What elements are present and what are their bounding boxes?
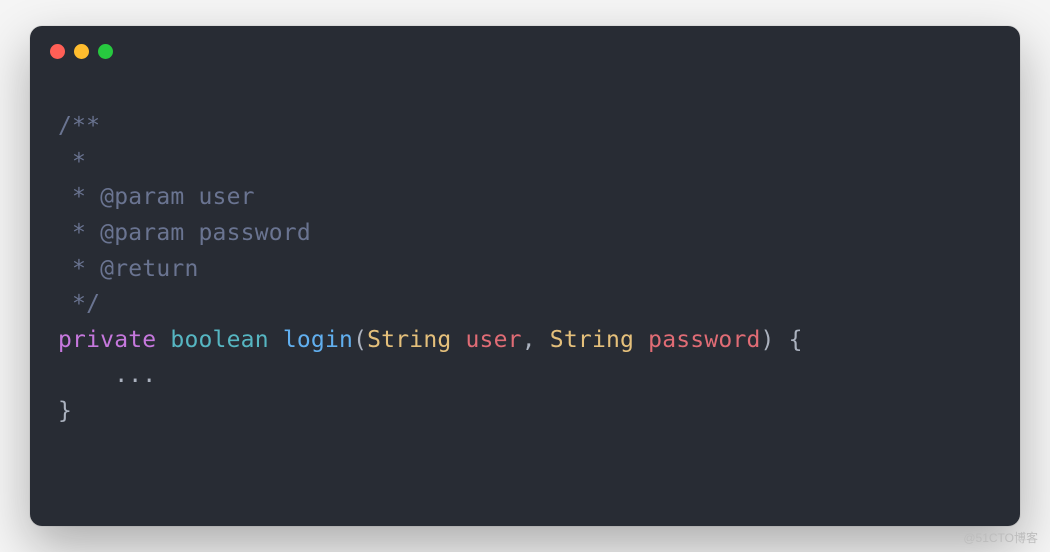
javadoc-return-tag: @return xyxy=(100,256,198,282)
paren-open: ( xyxy=(353,327,367,353)
code-line: ... xyxy=(58,358,992,394)
window-titlebar xyxy=(30,26,1020,69)
keyword-private: private xyxy=(58,327,156,353)
comment-prefix: * xyxy=(58,220,100,246)
code-line: } xyxy=(58,394,992,430)
comment-star: * xyxy=(58,149,86,175)
code-line: * @return xyxy=(58,252,992,288)
comment-close: */ xyxy=(58,291,100,317)
javadoc-param-name: password xyxy=(184,220,310,246)
space xyxy=(634,327,648,353)
paren-close: ) xyxy=(761,327,775,353)
code-line: */ xyxy=(58,287,992,323)
code-window: /** * * @param user * @param password * … xyxy=(30,26,1020,526)
method-name: login xyxy=(283,327,353,353)
type-string: String xyxy=(550,327,634,353)
code-line: * @param user xyxy=(58,180,992,216)
minimize-icon[interactable] xyxy=(74,44,89,59)
javadoc-param-name: user xyxy=(184,184,254,210)
comment-prefix: * xyxy=(58,256,100,282)
comment-prefix: * xyxy=(58,184,100,210)
comment-open: /** xyxy=(58,113,100,139)
space xyxy=(269,327,283,353)
brace-close: } xyxy=(58,398,72,424)
code-line: * @param password xyxy=(58,216,992,252)
type-string: String xyxy=(367,327,451,353)
watermark-text: @51CTO博客 xyxy=(963,529,1038,546)
param-user: user xyxy=(465,327,521,353)
code-line: * xyxy=(58,145,992,181)
zoom-icon[interactable] xyxy=(98,44,113,59)
code-line: private boolean login(String user, Strin… xyxy=(58,323,992,359)
space xyxy=(156,327,170,353)
ellipsis: ... xyxy=(114,362,156,388)
code-block: /** * * @param user * @param password * … xyxy=(30,69,1020,450)
indent xyxy=(58,362,114,388)
keyword-boolean: boolean xyxy=(170,327,268,353)
param-password: password xyxy=(648,327,760,353)
comma: , xyxy=(522,327,550,353)
close-icon[interactable] xyxy=(50,44,65,59)
javadoc-param-tag: @param xyxy=(100,220,184,246)
space xyxy=(451,327,465,353)
code-line: /** xyxy=(58,109,992,145)
javadoc-param-tag: @param xyxy=(100,184,184,210)
brace-open: { xyxy=(775,327,803,353)
